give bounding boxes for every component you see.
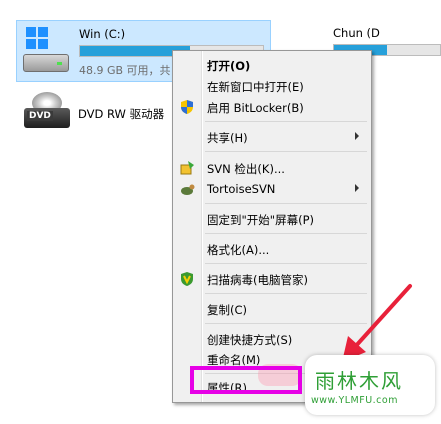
submenu-arrow-icon (355, 184, 359, 192)
properties-highlight-box (190, 366, 302, 394)
watermark-logo: 雨林木风 www.YLMFU.com (305, 355, 435, 415)
dvd-drive-tile[interactable]: DVD DVD RW 驱动器 (22, 88, 172, 136)
menu-item-tortoisesvn[interactable]: TortoiseSVN (175, 179, 369, 199)
watermark-url: www.YLMFU.com (311, 395, 398, 406)
menu-item-open-new-window[interactable]: 在新窗口中打开(E) (175, 76, 369, 96)
tortoise-icon (181, 184, 195, 195)
watermark-title: 雨林木风 (315, 369, 403, 393)
submenu-arrow-icon (355, 132, 359, 140)
dvd-drive-name: DVD RW 驱动器 (78, 107, 165, 121)
menu-item-pin-to-start[interactable]: 固定到"开始"屏幕(P) (175, 209, 369, 229)
drive-d-name: Chun (D (333, 26, 380, 40)
drive-c-free-space: 48.9 GB 可用，共 (79, 64, 171, 77)
menu-item-bitlocker[interactable]: 启用 BitLocker(B) (175, 97, 369, 117)
tencent-shield-icon (181, 272, 193, 286)
menu-item-open[interactable]: 打开(O) (175, 55, 369, 75)
dvd-label: DVD (27, 111, 53, 121)
menu-item-format[interactable]: 格式化(A)... (175, 239, 369, 259)
menu-item-share[interactable]: 共享(H) (175, 127, 369, 147)
svn-checkout-icon (180, 161, 194, 175)
hard-drive-icon (23, 54, 69, 72)
menu-item-svn-checkout[interactable]: SVN 检出(K)... (175, 158, 369, 178)
drive-c-name: Win (C:) (79, 27, 126, 41)
windows-logo-icon (26, 27, 48, 49)
shield-icon (181, 100, 193, 114)
dvd-drive-icon: DVD (24, 92, 70, 132)
